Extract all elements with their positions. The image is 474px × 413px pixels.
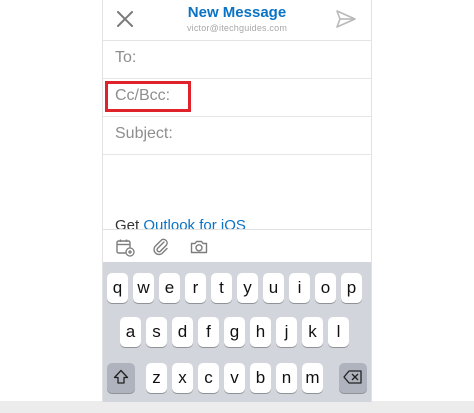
key-row-1: q w e r t y u i o p [103, 273, 371, 303]
key-g[interactable]: g [224, 317, 245, 347]
compose-screen: New Message victor@itechguides.com To: C… [102, 0, 372, 402]
key-a[interactable]: a [120, 317, 141, 347]
cc-bcc-field[interactable]: Cc/Bcc: [103, 78, 371, 117]
key-n[interactable]: n [276, 363, 297, 393]
key-x[interactable]: x [172, 363, 193, 393]
to-label: To: [115, 49, 137, 66]
shift-key[interactable] [107, 363, 135, 393]
key-b[interactable]: b [250, 363, 271, 393]
page-title: New Message [187, 4, 287, 21]
backspace-key[interactable] [339, 363, 367, 393]
key-f[interactable]: f [198, 317, 219, 347]
key-r[interactable]: r [185, 273, 206, 303]
keyboard: q w e r t y u i o p a s d f g h j k l z … [103, 262, 371, 402]
key-o[interactable]: o [315, 273, 336, 303]
key-t[interactable]: t [211, 273, 232, 303]
key-m[interactable]: m [302, 363, 323, 393]
camera-icon[interactable] [189, 237, 209, 257]
subject-field[interactable]: Subject: [103, 116, 371, 155]
key-e[interactable]: e [159, 273, 180, 303]
key-z[interactable]: z [146, 363, 167, 393]
bottom-band [0, 401, 474, 413]
key-u[interactable]: u [263, 273, 284, 303]
navigation-bar: New Message victor@itechguides.com [103, 0, 371, 41]
key-i[interactable]: i [289, 273, 310, 303]
key-k[interactable]: k [302, 317, 323, 347]
key-y[interactable]: y [237, 273, 258, 303]
to-field[interactable]: To: [103, 40, 371, 79]
key-row-3: z x c v b n m [103, 363, 371, 393]
key-s[interactable]: s [146, 317, 167, 347]
key-l[interactable]: l [328, 317, 349, 347]
key-row-2: a s d f g h j k l [103, 317, 371, 347]
key-q[interactable]: q [107, 273, 128, 303]
backspace-icon [343, 370, 362, 384]
send-icon[interactable] [335, 9, 357, 29]
calendar-add-icon[interactable] [115, 237, 135, 257]
key-v[interactable]: v [224, 363, 245, 393]
key-d[interactable]: d [172, 317, 193, 347]
key-j[interactable]: j [276, 317, 297, 347]
key-h[interactable]: h [250, 317, 271, 347]
message-body[interactable]: Get Outlook for iOS [103, 155, 371, 234]
shift-icon [113, 369, 129, 384]
subject-label: Subject: [115, 125, 173, 142]
highlight-box [105, 81, 191, 112]
attachment-toolbar [103, 229, 371, 263]
sender-account: victor@itechguides.com [186, 23, 288, 33]
key-c[interactable]: c [198, 363, 219, 393]
key-w[interactable]: w [133, 273, 154, 303]
key-p[interactable]: p [341, 273, 362, 303]
paperclip-icon[interactable] [151, 237, 171, 257]
